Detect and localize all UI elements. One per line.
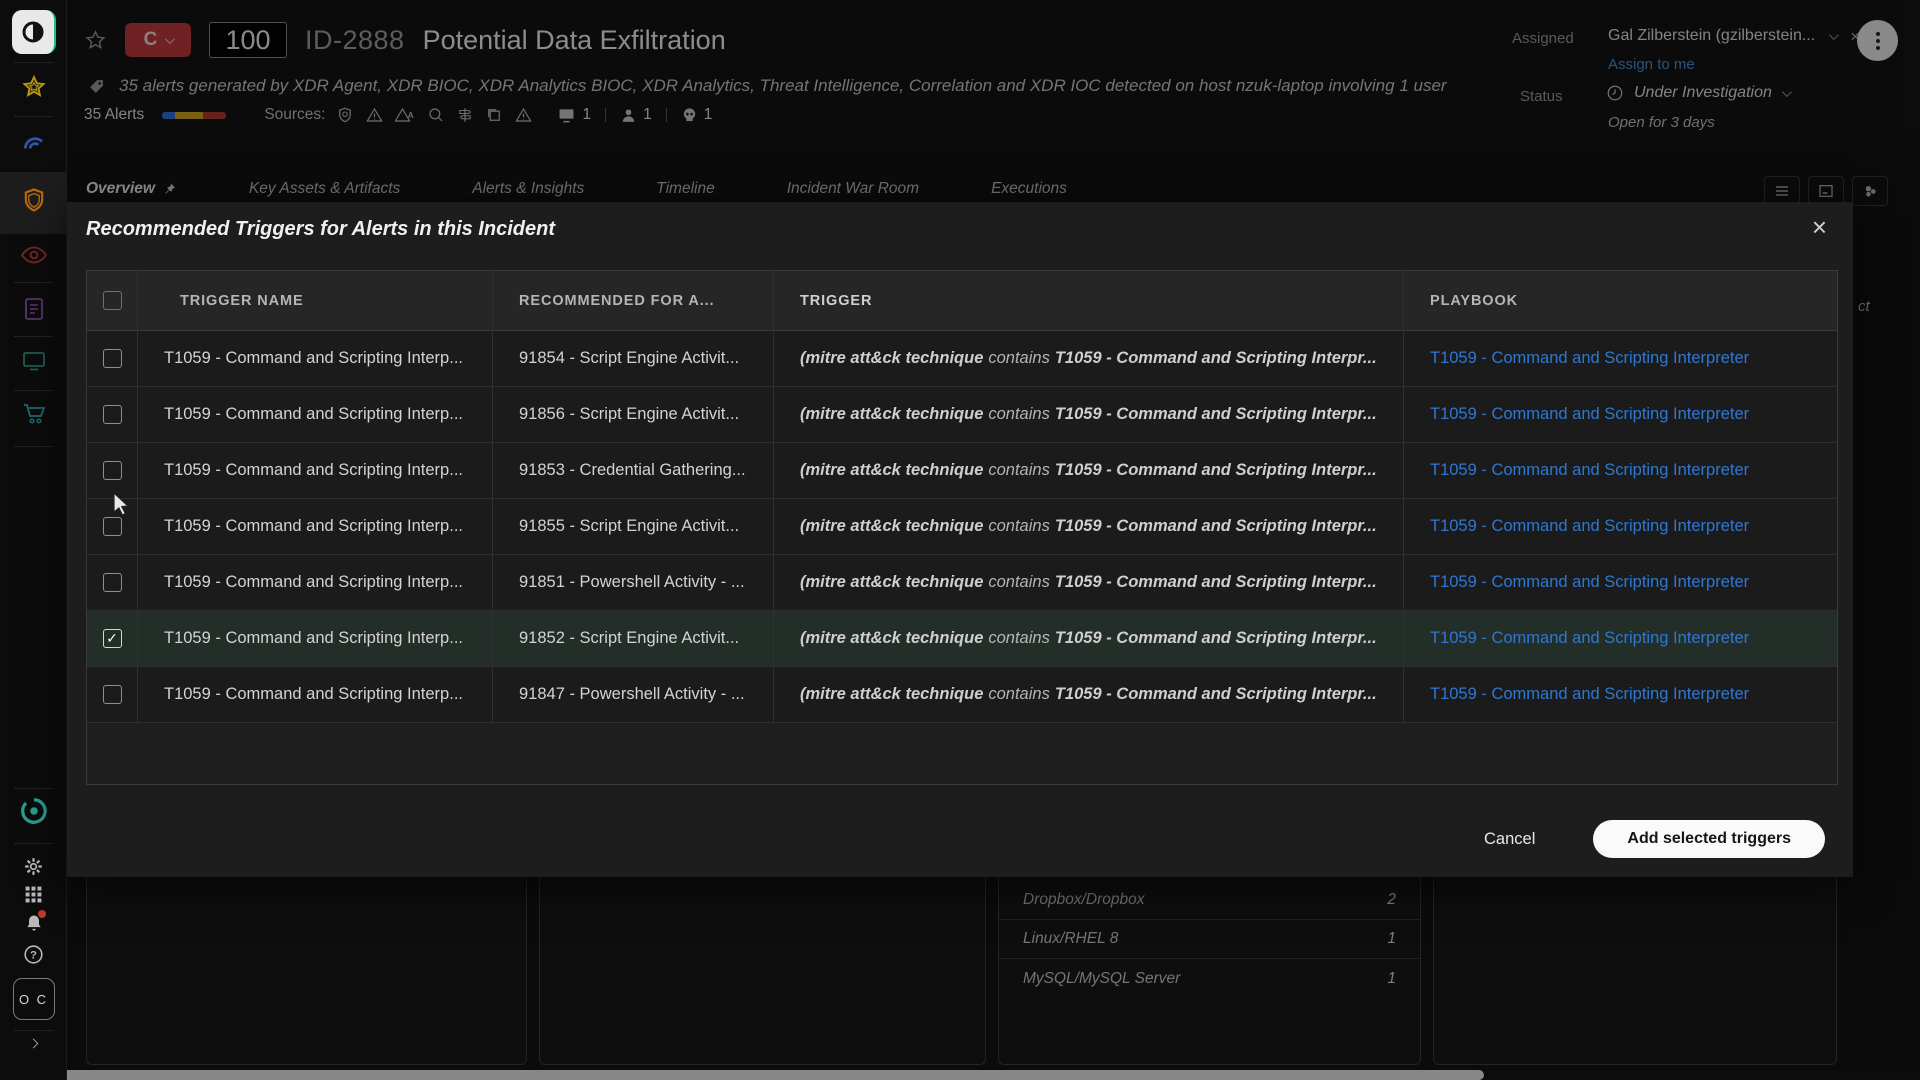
mouse-cursor <box>112 491 134 521</box>
sidebar-divider <box>14 446 53 447</box>
playbook-link[interactable]: T1059 - Command and Scripting Interprete… <box>1430 517 1749 536</box>
sidebar-item-starred[interactable] <box>0 74 67 100</box>
svg-text:?: ? <box>30 949 37 961</box>
row-checkbox[interactable] <box>102 461 122 480</box>
notifications-bell-icon[interactable] <box>0 910 67 938</box>
playbook-link[interactable]: T1059 - Command and Scripting Interprete… <box>1430 573 1749 592</box>
cortex-logo[interactable] <box>0 10 67 54</box>
recommended-alert-cell: 91853 - Credential Gathering... <box>493 443 774 498</box>
sidebar-divider <box>14 62 53 63</box>
trigger-condition-cell: (mitre att&ck technique contains T1059 - C… <box>774 443 1404 498</box>
avatar-initials: O C <box>12 978 55 1020</box>
trigger-condition-cell: (mitre att&ck technique contains T1059 - C… <box>774 499 1404 554</box>
recommended-alert-cell: 91855 - Script Engine Activit... <box>493 499 774 554</box>
sidebar-item-incident-response[interactable] <box>0 186 67 214</box>
playbook-link[interactable]: T1059 - Command and Scripting Interprete… <box>1430 349 1749 368</box>
sidebar-divider <box>14 1030 53 1031</box>
trigger-name-cell: T1059 - Command and Scripting Interp... <box>138 331 493 386</box>
sidebar-divider <box>14 843 53 844</box>
trigger-name-cell: T1059 - Command and Scripting Interp... <box>138 667 493 722</box>
sidebar-item-marketplace[interactable] <box>0 402 67 426</box>
recommended-alert-cell: 91852 - Script Engine Activit... <box>493 611 774 666</box>
column-header-trigger[interactable]: TRIGGER <box>774 271 1404 330</box>
screen: C 100 ID-2888 Potential Data Exfiltratio… <box>0 0 1920 1080</box>
trigger-name-cell: T1059 - Command and Scripting Interp... <box>138 499 493 554</box>
trigger-name-cell: T1059 - Command and Scripting Interp... <box>138 387 493 442</box>
trigger-condition-cell: (mitre att&ck technique contains T1059 - C… <box>774 611 1404 666</box>
apps-grid-icon[interactable] <box>0 885 67 904</box>
table-empty-area <box>87 723 1837 784</box>
playbook-link[interactable]: T1059 - Command and Scripting Interprete… <box>1430 629 1749 648</box>
sidebar-divider <box>14 390 53 391</box>
recommended-alert-cell: 91856 - Script Engine Activit... <box>493 387 774 442</box>
sidebar-item-dashboard[interactable] <box>0 130 67 156</box>
settings-gear-icon[interactable] <box>0 856 67 877</box>
row-checkbox[interactable] <box>102 685 122 704</box>
recommended-alert-cell: 91847 - Powershell Activity - ... <box>493 667 774 722</box>
trigger-name-cell: T1059 - Command and Scripting Interp... <box>138 611 493 666</box>
column-header-trigger-name[interactable]: TRIGGER NAME <box>138 271 493 330</box>
playbook-link[interactable]: T1059 - Command and Scripting Interprete… <box>1430 405 1749 424</box>
table-row[interactable]: T1059 - Command and Scripting Interp... … <box>87 499 1837 555</box>
column-header-recommended-for[interactable]: RECOMMENDED FOR A... <box>493 271 774 330</box>
sidebar-divider <box>14 116 53 117</box>
cancel-button[interactable]: Cancel <box>1484 830 1535 849</box>
playbook-link[interactable]: T1059 - Command and Scripting Interprete… <box>1430 461 1749 480</box>
sidebar-item-threat-intel[interactable] <box>0 244 67 266</box>
select-all-checkbox[interactable] <box>102 291 122 310</box>
table-header-row: TRIGGER NAME RECOMMENDED FOR A... TRIGGE… <box>87 271 1837 331</box>
row-checkbox[interactable] <box>102 573 122 592</box>
row-checkbox[interactable] <box>102 349 122 368</box>
sidebar-divider <box>14 788 53 789</box>
triggers-table: TRIGGER NAME RECOMMENDED FOR A... TRIGGE… <box>86 270 1838 785</box>
trigger-name-cell: T1059 - Command and Scripting Interp... <box>138 555 493 610</box>
column-header-playbook[interactable]: PLAYBOOK <box>1404 271 1837 330</box>
dialog-title: Recommended Triggers for Alerts in this … <box>86 218 555 240</box>
sidebar-divider <box>14 282 53 283</box>
table-row[interactable]: T1059 - Command and Scripting Interp... … <box>87 555 1837 611</box>
recommended-triggers-dialog: Recommended Triggers for Alerts in this … <box>67 202 1853 877</box>
add-selected-triggers-button[interactable]: Add selected triggers <box>1593 820 1825 858</box>
sidebar-item-reports[interactable] <box>0 296 67 322</box>
trigger-condition-cell: (mitre att&ck technique contains T1059 - C… <box>774 667 1404 722</box>
trigger-condition-cell: (mitre att&ck technique contains T1059 - C… <box>774 555 1404 610</box>
table-row[interactable]: T1059 - Command and Scripting Interp... … <box>87 443 1837 499</box>
table-row[interactable]: T1059 - Command and Scripting Interp... … <box>87 331 1837 387</box>
recommended-alert-cell: 91851 - Powershell Activity - ... <box>493 555 774 610</box>
app-sidebar: ? O C <box>0 0 67 1080</box>
row-checkbox[interactable] <box>102 405 122 424</box>
table-row-selected[interactable]: T1059 - Command and Scripting Interp... … <box>87 611 1837 667</box>
sidebar-item-xsoar[interactable] <box>0 796 67 826</box>
table-row[interactable]: T1059 - Command and Scripting Interp... … <box>87 667 1837 723</box>
trigger-name-cell: T1059 - Command and Scripting Interp... <box>138 443 493 498</box>
row-checkbox-checked[interactable] <box>102 629 122 648</box>
trigger-condition-cell: (mitre att&ck technique contains T1059 - C… <box>774 387 1404 442</box>
trigger-condition-cell: (mitre att&ck technique contains T1059 - C… <box>774 331 1404 386</box>
sidebar-divider <box>14 336 53 337</box>
help-icon[interactable]: ? <box>0 944 67 965</box>
playbook-link[interactable]: T1059 - Command and Scripting Interprete… <box>1430 685 1749 704</box>
user-avatar[interactable]: O C <box>0 978 67 1020</box>
sidebar-item-endpoints[interactable] <box>0 350 67 372</box>
sidebar-expand-chevron-icon[interactable] <box>0 1038 67 1049</box>
recommended-alert-cell: 91854 - Script Engine Activit... <box>493 331 774 386</box>
notification-dot <box>37 910 46 918</box>
dialog-close-icon[interactable]: × <box>1812 214 1827 240</box>
table-row[interactable]: T1059 - Command and Scripting Interp... … <box>87 387 1837 443</box>
